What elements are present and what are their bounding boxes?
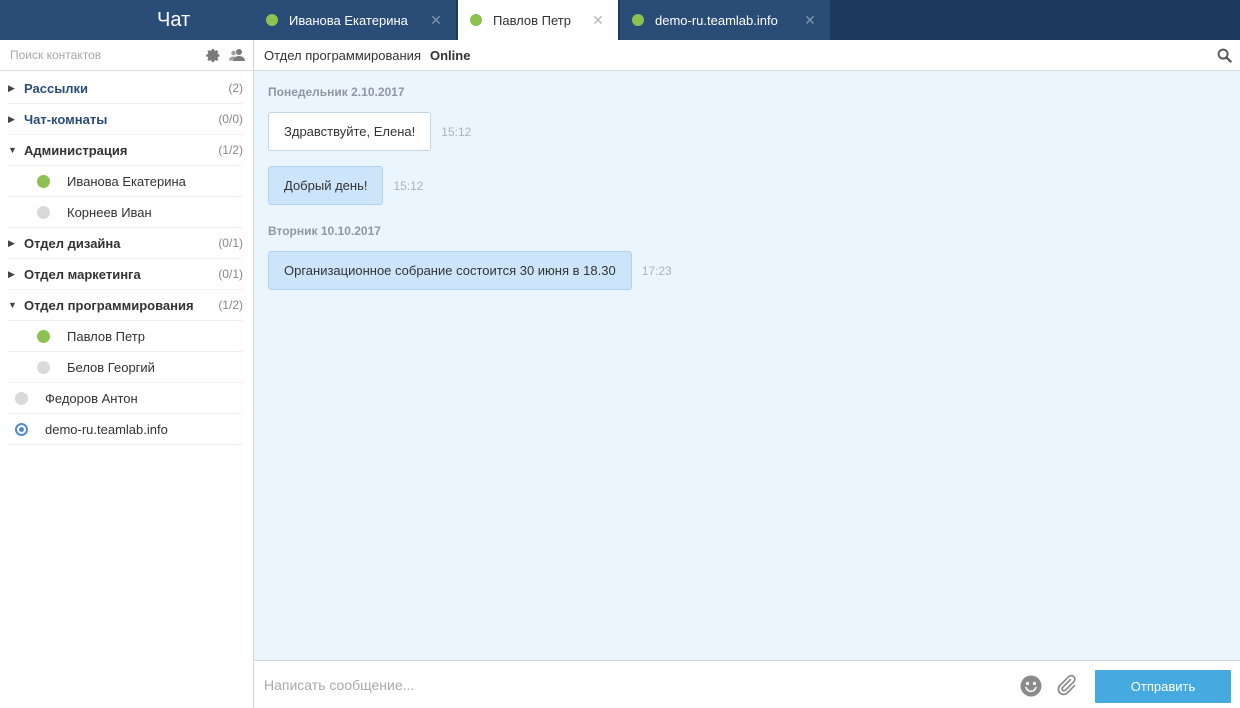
smiley-icon[interactable] <box>1020 675 1042 697</box>
caret-right-icon: ▶ <box>8 113 15 124</box>
caret-down-icon: ▼ <box>8 300 17 310</box>
group-count: (0/1) <box>218 236 243 250</box>
group-design[interactable]: ▶ Отдел дизайна (0/1) <box>8 228 243 259</box>
group-count: (1/2) <box>218 143 243 157</box>
group-label: Отдел программирования <box>24 297 194 313</box>
message-input[interactable] <box>264 671 1004 699</box>
contacts-sidebar: ▶ Рассылки (2) ▶ Чат-комнаты (0/0) ▼ Адм… <box>0 40 254 708</box>
chat-tabs: Иванова Екатерина ✕ Павлов Петр ✕ demo-r… <box>254 0 832 40</box>
server-status-icon <box>15 422 28 436</box>
search-icon[interactable] <box>1217 48 1232 63</box>
chat-status: Online <box>429 47 471 63</box>
offline-status-icon <box>15 391 28 405</box>
contact-item[interactable]: Федоров Антон <box>8 383 243 414</box>
tab-ivanova[interactable]: Иванова Екатерина ✕ <box>254 0 456 40</box>
chat-group-name: Отдел программирования <box>264 47 421 63</box>
group-mailings[interactable]: ▶ Рассылки (2) <box>8 73 243 104</box>
message-bubble: Добрый день! <box>268 166 384 205</box>
message-time: 15:12 <box>393 178 424 193</box>
message-time: 17:23 <box>641 263 672 278</box>
close-icon[interactable]: ✕ <box>798 12 822 29</box>
users-icon[interactable] <box>229 47 245 63</box>
message-list: Понедельник 2.10.2017 Здравствуйте, Елен… <box>254 71 1240 660</box>
tab-label: Иванова Екатерина <box>289 12 408 28</box>
contact-name: Корнеев Иван <box>67 204 152 220</box>
caret-right-icon: ▶ <box>8 82 15 93</box>
tab-pavlov[interactable]: Павлов Петр ✕ <box>458 0 618 40</box>
contact-item[interactable]: Павлов Петр <box>8 321 243 352</box>
group-label: Рассылки <box>24 80 89 96</box>
app-title: Чат <box>0 0 254 40</box>
contact-name: Федоров Антон <box>45 390 138 406</box>
group-count: (0/1) <box>218 267 243 281</box>
message-composer: Отправить <box>254 660 1240 708</box>
paperclip-icon[interactable] <box>1054 673 1078 697</box>
send-button[interactable]: Отправить <box>1095 670 1231 703</box>
group-label: Администрация <box>24 142 128 158</box>
message-bubble: Здравствуйте, Елена! <box>268 112 432 151</box>
chat-header: Отдел программирования Online <box>254 40 1240 71</box>
contact-tree: ▶ Рассылки (2) ▶ Чат-комнаты (0/0) ▼ Адм… <box>0 71 253 445</box>
contact-name: Белов Георгий <box>67 359 155 375</box>
server-contact-item[interactable]: demo-ru.teamlab.info <box>8 414 243 445</box>
group-count: (1/2) <box>218 298 243 312</box>
offline-status-icon <box>37 205 50 219</box>
group-chat-rooms[interactable]: ▶ Чат-комнаты (0/0) <box>8 104 243 135</box>
message: Здравствуйте, Елена! 15:12 <box>268 112 1240 151</box>
tab-label: Павлов Петр <box>493 12 571 28</box>
close-icon[interactable]: ✕ <box>424 12 448 29</box>
online-status-icon <box>470 14 482 26</box>
contact-name: Иванова Екатерина <box>67 173 186 189</box>
close-icon[interactable]: ✕ <box>586 12 610 29</box>
group-label: Отдел дизайна <box>24 235 121 251</box>
group-count: (0/0) <box>218 112 243 126</box>
message: Организационное собрание состоится 30 ию… <box>268 251 1240 290</box>
day-separator: Вторник 10.10.2017 <box>268 224 381 238</box>
caret-right-icon: ▶ <box>8 237 15 248</box>
group-count: (2) <box>228 81 243 95</box>
group-label: Чат-комнаты <box>24 111 108 127</box>
contact-item[interactable]: Иванова Екатерина <box>8 166 243 197</box>
message-bubble: Организационное собрание состоится 30 ию… <box>268 251 632 290</box>
contact-item[interactable]: Корнеев Иван <box>8 197 243 228</box>
online-status-icon <box>37 329 50 343</box>
contact-name: demo-ru.teamlab.info <box>45 421 168 437</box>
group-programming[interactable]: ▼ Отдел программирования (1/2) <box>8 290 243 321</box>
chat-panel: Отдел программирования Online Понедельни… <box>254 40 1240 708</box>
top-bar: Чат Иванова Екатерина ✕ Павлов Петр ✕ de… <box>0 0 1240 40</box>
message: Добрый день! 15:12 <box>268 166 1240 205</box>
gear-icon[interactable] <box>205 47 221 63</box>
message-time: 15:12 <box>441 124 472 139</box>
contact-search-input[interactable] <box>0 40 190 70</box>
group-administration[interactable]: ▼ Администрация (1/2) <box>8 135 243 166</box>
offline-status-icon <box>37 360 50 374</box>
tab-label: demo-ru.teamlab.info <box>655 12 778 28</box>
caret-down-icon: ▼ <box>8 145 17 155</box>
caret-right-icon: ▶ <box>8 268 15 279</box>
day-separator: Понедельник 2.10.2017 <box>268 85 405 99</box>
contact-search-bar <box>0 40 253 71</box>
online-status-icon <box>266 14 278 26</box>
online-status-icon <box>37 174 50 188</box>
contact-name: Павлов Петр <box>67 328 145 344</box>
group-label: Отдел маркетинга <box>24 266 141 282</box>
tab-demo-server[interactable]: demo-ru.teamlab.info ✕ <box>620 0 830 40</box>
group-marketing[interactable]: ▶ Отдел маркетинга (0/1) <box>8 259 243 290</box>
online-status-icon <box>632 14 644 26</box>
contact-item[interactable]: Белов Георгий <box>8 352 243 383</box>
